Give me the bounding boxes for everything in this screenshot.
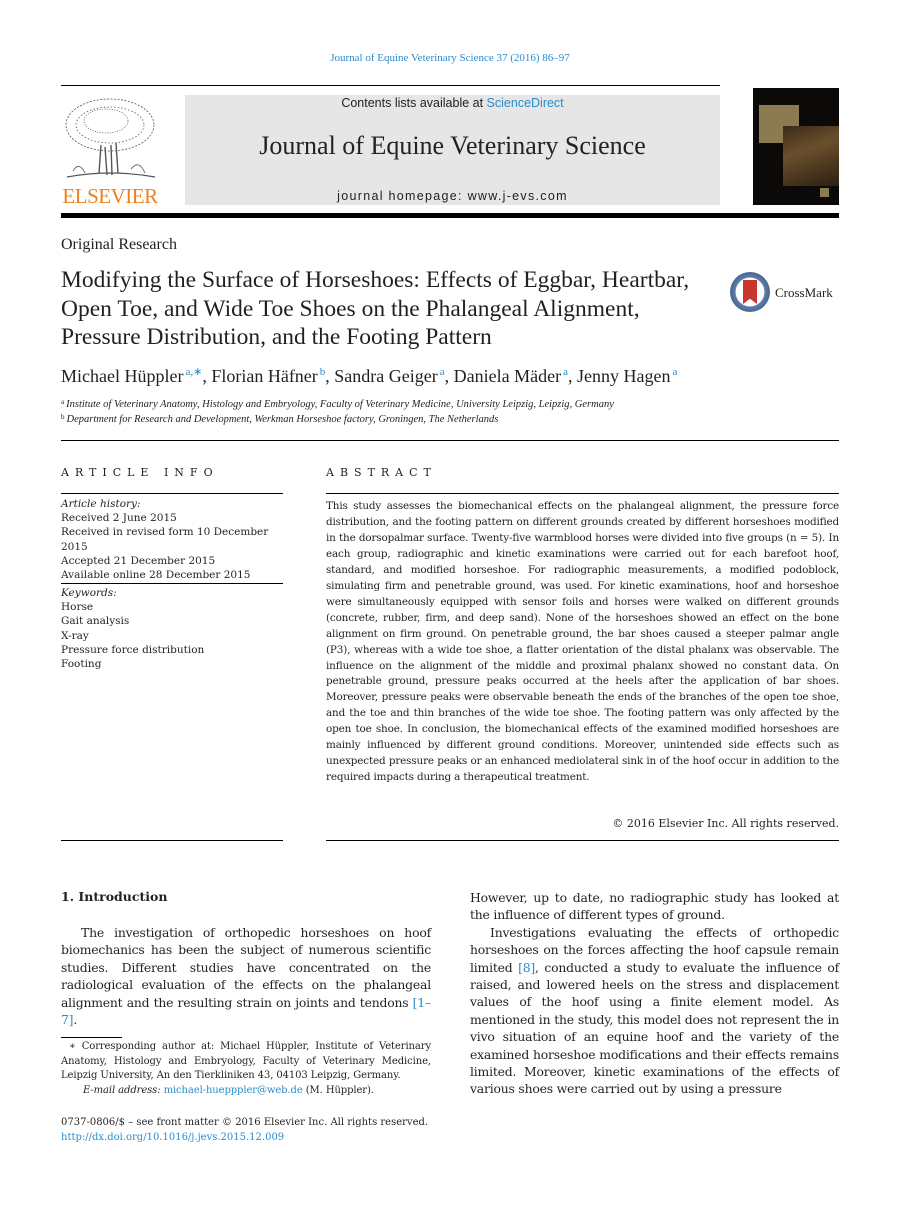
author-affiliation-marker[interactable]: a: [672, 366, 677, 378]
journal-homepage[interactable]: journal homepage: www.j-evs.com: [185, 189, 720, 203]
running-head[interactable]: Journal of Equine Veterinary Science 37 …: [0, 52, 900, 64]
author[interactable]: Sandra Geiger a: [334, 366, 444, 386]
abstract-rule: [326, 493, 839, 494]
email-link[interactable]: michael-huepppler@web.de: [164, 1085, 303, 1096]
article-title: Modifying the Surface of Horseshoes: Eff…: [61, 267, 690, 350]
article-history: Article history: Received 2 June 2015 Re…: [61, 497, 283, 582]
author[interactable]: Michael Hüppler a,∗: [61, 366, 202, 386]
keywords-rule: [61, 583, 283, 584]
crossmark-button[interactable]: CrossMark: [730, 270, 850, 316]
abstract-bottom-rule: [326, 840, 839, 841]
elsevier-wordmark: ELSEVIER: [62, 184, 158, 208]
history-item: Received in revised form 10 December 201…: [61, 526, 269, 553]
authors-rule: [61, 440, 839, 441]
journal-masthead: Contents lists available at ScienceDirec…: [185, 95, 720, 205]
author-list: Michael Hüppler a,∗, Florian Häfner b, San…: [61, 366, 678, 386]
paragraph: The investigation of orthopedic horsesho…: [61, 925, 431, 1028]
keyword: Gait analysis: [61, 615, 130, 628]
article-type: Original Research: [61, 236, 177, 253]
corresponding-author-text: ∗ Corresponding author at: Michael Hüppl…: [61, 1041, 431, 1081]
abstract-copyright: © 2016 Elsevier Inc. All rights reserved…: [612, 817, 839, 830]
intro-column-right: However, up to date, no radiographic stu…: [470, 889, 839, 1098]
footnote-rule: [61, 1037, 122, 1038]
contents-line: Contents lists available at ScienceDirec…: [185, 96, 720, 110]
history-item: Received 2 June 2015: [61, 512, 177, 525]
affiliation: b Department for Research and Development…: [61, 413, 499, 425]
contents-prefix: Contents lists available at: [341, 96, 487, 110]
tree-icon: [65, 98, 156, 178]
issn-block: 0737-0806/$ – see front matter © 2016 El…: [61, 1116, 441, 1145]
journal-cover-image[interactable]: [753, 88, 839, 205]
elsevier-logo[interactable]: ELSEVIER: [61, 95, 159, 207]
article-history-label: Article history:: [61, 498, 141, 510]
paragraph: Investigations evaluating the effects of…: [470, 924, 839, 1097]
corresponding-author-footnote: ∗ Corresponding author at: Michael Hüppl…: [61, 1040, 431, 1098]
paragraph: However, up to date, no radiographic stu…: [470, 890, 839, 923]
crossmark-label: CrossMark: [775, 285, 833, 300]
history-item: Available online 28 December 2015: [61, 569, 251, 582]
keywords: Keywords: Horse Gait analysis X-ray Pres…: [61, 586, 283, 671]
sciencedirect-link[interactable]: ScienceDirect: [487, 96, 564, 110]
section-heading-introduction: 1. Introduction: [61, 889, 168, 904]
cover-photo: [783, 126, 839, 186]
masthead-rule: [61, 213, 839, 218]
article-info-heading: ARTICLE INFO: [61, 466, 219, 479]
abstract-text: This study assesses the biomechanical ef…: [326, 500, 839, 784]
author[interactable]: Jenny Hagen a: [577, 366, 677, 386]
keywords-label: Keywords:: [61, 587, 117, 599]
cover-elsevier-icon: [820, 188, 829, 197]
email-line: E-mail address: michael-huepppler@web.de…: [83, 1084, 374, 1096]
affiliation: a Institute of Veterinary Anatomy, Histol…: [61, 398, 614, 410]
header-rule: [61, 85, 720, 86]
article-info-rule: [61, 493, 283, 494]
history-item: Accepted 21 December 2015: [61, 554, 216, 567]
keyword: Horse: [61, 601, 94, 614]
author[interactable]: Florian Häfner b: [211, 366, 325, 386]
article-info-bottom-rule: [61, 840, 283, 841]
keyword: Pressure force distribution: [61, 643, 205, 656]
citation-link[interactable]: [8]: [518, 960, 535, 975]
keyword: Footing: [61, 658, 102, 671]
abstract-heading: ABSTRACT: [326, 466, 437, 479]
keyword: X-ray: [61, 629, 89, 642]
doi-link[interactable]: http://dx.doi.org/10.1016/j.jevs.2015.12…: [61, 1132, 284, 1143]
author-affiliation-marker[interactable]: a,∗: [185, 366, 202, 378]
journal-title: Journal of Equine Veterinary Science: [259, 131, 646, 160]
intro-column-left: The investigation of orthopedic horsesho…: [61, 924, 431, 1028]
author[interactable]: Daniela Mäder a: [454, 366, 568, 386]
issn-text: 0737-0806/$ – see front matter © 2016 El…: [61, 1117, 429, 1128]
